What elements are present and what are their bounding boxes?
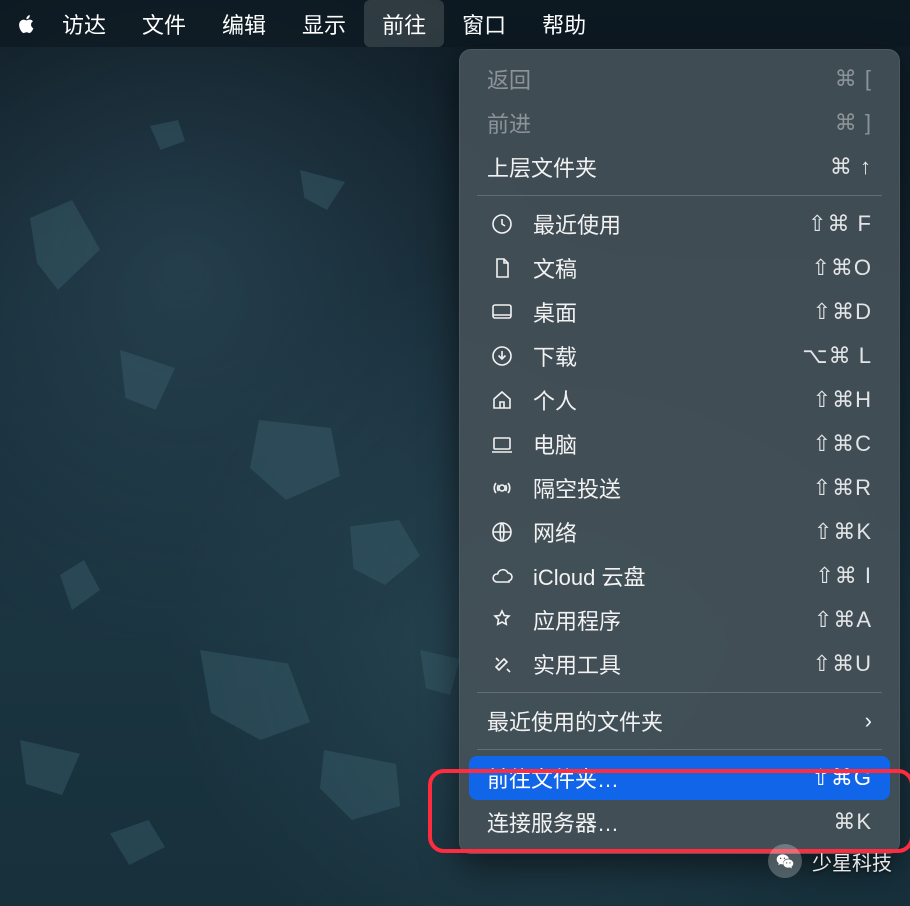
menu-item-label: 桌面 [533, 296, 813, 328]
menu-bar: 访达 文件 编辑 显示 前往 窗口 帮助 [0, 0, 910, 47]
menu-item-enclosing-folder[interactable]: 上层文件夹 ⌘ ↑ [459, 145, 900, 189]
document-icon [487, 256, 517, 280]
menu-go[interactable]: 前往 [364, 0, 444, 47]
menu-item-shortcut: ⇧⌘O [811, 255, 872, 281]
menu-item-label: 隔空投送 [533, 472, 813, 504]
menu-item-shortcut: ⌘ ↑ [830, 154, 872, 180]
airdrop-icon [487, 476, 517, 500]
menu-item-home[interactable]: 个人 ⇧⌘H [459, 378, 900, 422]
menu-item-shortcut: ⇧⌘U [813, 651, 872, 677]
apps-icon [487, 608, 517, 632]
menu-item-shortcut: ⇧⌘H [813, 387, 872, 413]
watermark: 少星科技 [768, 844, 892, 878]
menu-item-label: 应用程序 [533, 604, 814, 636]
network-icon [487, 520, 517, 544]
menu-item-label: iCloud 云盘 [533, 560, 815, 592]
menu-item-utilities[interactable]: 实用工具 ⇧⌘U [459, 642, 900, 686]
menu-edit[interactable]: 编辑 [204, 0, 284, 47]
menu-item-shortcut: ⌘K [833, 809, 872, 835]
wechat-icon [768, 844, 802, 878]
menu-item-label: 电脑 [533, 428, 813, 460]
menu-file[interactable]: 文件 [124, 0, 204, 47]
menu-item-desktop[interactable]: 桌面 ⇧⌘D [459, 290, 900, 334]
menu-item-back[interactable]: 返回 ⌘ [ [459, 57, 900, 101]
menu-item-label: 前往文件夹… [487, 762, 811, 794]
menu-item-go-to-folder[interactable]: 前往文件夹… ⇧⌘G [469, 756, 890, 800]
menu-item-documents[interactable]: 文稿 ⇧⌘O [459, 246, 900, 290]
computer-icon [487, 432, 517, 456]
menu-item-label: 最近使用 [533, 208, 808, 240]
watermark-text: 少星科技 [812, 847, 892, 876]
chevron-right-icon: › [865, 708, 872, 734]
menu-item-shortcut: ⇧⌘K [814, 519, 872, 545]
menu-item-label: 下载 [533, 340, 802, 372]
menu-item-label: 最近使用的文件夹 [487, 705, 865, 737]
menu-item-computer[interactable]: 电脑 ⇧⌘C [459, 422, 900, 466]
menu-item-shortcut: ⇧⌘ F [808, 211, 872, 237]
menu-item-downloads[interactable]: 下载 ⌥⌘ L [459, 334, 900, 378]
menu-item-label: 连接服务器… [487, 806, 833, 838]
menu-item-shortcut: ⌘ ] [835, 110, 872, 136]
menu-item-label: 文稿 [533, 252, 811, 284]
clock-icon [487, 212, 517, 236]
menu-item-label: 返回 [487, 63, 835, 95]
menu-item-label: 网络 [533, 516, 814, 548]
download-icon [487, 344, 517, 368]
menu-item-shortcut: ⇧⌘A [814, 607, 872, 633]
menu-item-shortcut: ⇧⌘D [813, 299, 872, 325]
cloud-icon [487, 564, 517, 588]
menu-separator [477, 692, 882, 693]
menu-item-label: 个人 [533, 384, 813, 416]
menu-separator [477, 195, 882, 196]
menu-item-shortcut: ⇧⌘R [813, 475, 872, 501]
menu-item-shortcut: ⌘ [ [835, 66, 872, 92]
go-menu-dropdown: 返回 ⌘ [ 前进 ⌘ ] 上层文件夹 ⌘ ↑ 最近使用 ⇧⌘ F 文稿 ⇧⌘O… [459, 49, 900, 854]
home-icon [487, 388, 517, 412]
menu-item-applications[interactable]: 应用程序 ⇧⌘A [459, 598, 900, 642]
menu-item-airdrop[interactable]: 隔空投送 ⇧⌘R [459, 466, 900, 510]
menu-item-recent-folders[interactable]: 最近使用的文件夹 › [459, 699, 900, 743]
menu-item-network[interactable]: 网络 ⇧⌘K [459, 510, 900, 554]
desktop-icon [487, 300, 517, 324]
menu-item-icloud[interactable]: iCloud 云盘 ⇧⌘ I [459, 554, 900, 598]
menu-item-label: 上层文件夹 [487, 151, 830, 183]
tools-icon [487, 652, 517, 676]
menu-item-shortcut: ⌥⌘ L [802, 343, 872, 369]
menu-item-label: 前进 [487, 107, 835, 139]
menu-finder[interactable]: 访达 [44, 0, 124, 47]
menu-item-recents[interactable]: 最近使用 ⇧⌘ F [459, 202, 900, 246]
menu-item-connect-to-server[interactable]: 连接服务器… ⌘K [459, 800, 900, 844]
menu-item-label: 实用工具 [533, 648, 813, 680]
menu-item-forward[interactable]: 前进 ⌘ ] [459, 101, 900, 145]
menu-help[interactable]: 帮助 [524, 0, 604, 47]
menu-separator [477, 749, 882, 750]
apple-menu[interactable] [10, 0, 44, 47]
menu-item-shortcut: ⇧⌘ I [815, 563, 872, 589]
menu-view[interactable]: 显示 [284, 0, 364, 47]
menu-window[interactable]: 窗口 [444, 0, 524, 47]
menu-item-shortcut: ⇧⌘G [811, 765, 872, 791]
menu-item-shortcut: ⇧⌘C [813, 431, 872, 457]
